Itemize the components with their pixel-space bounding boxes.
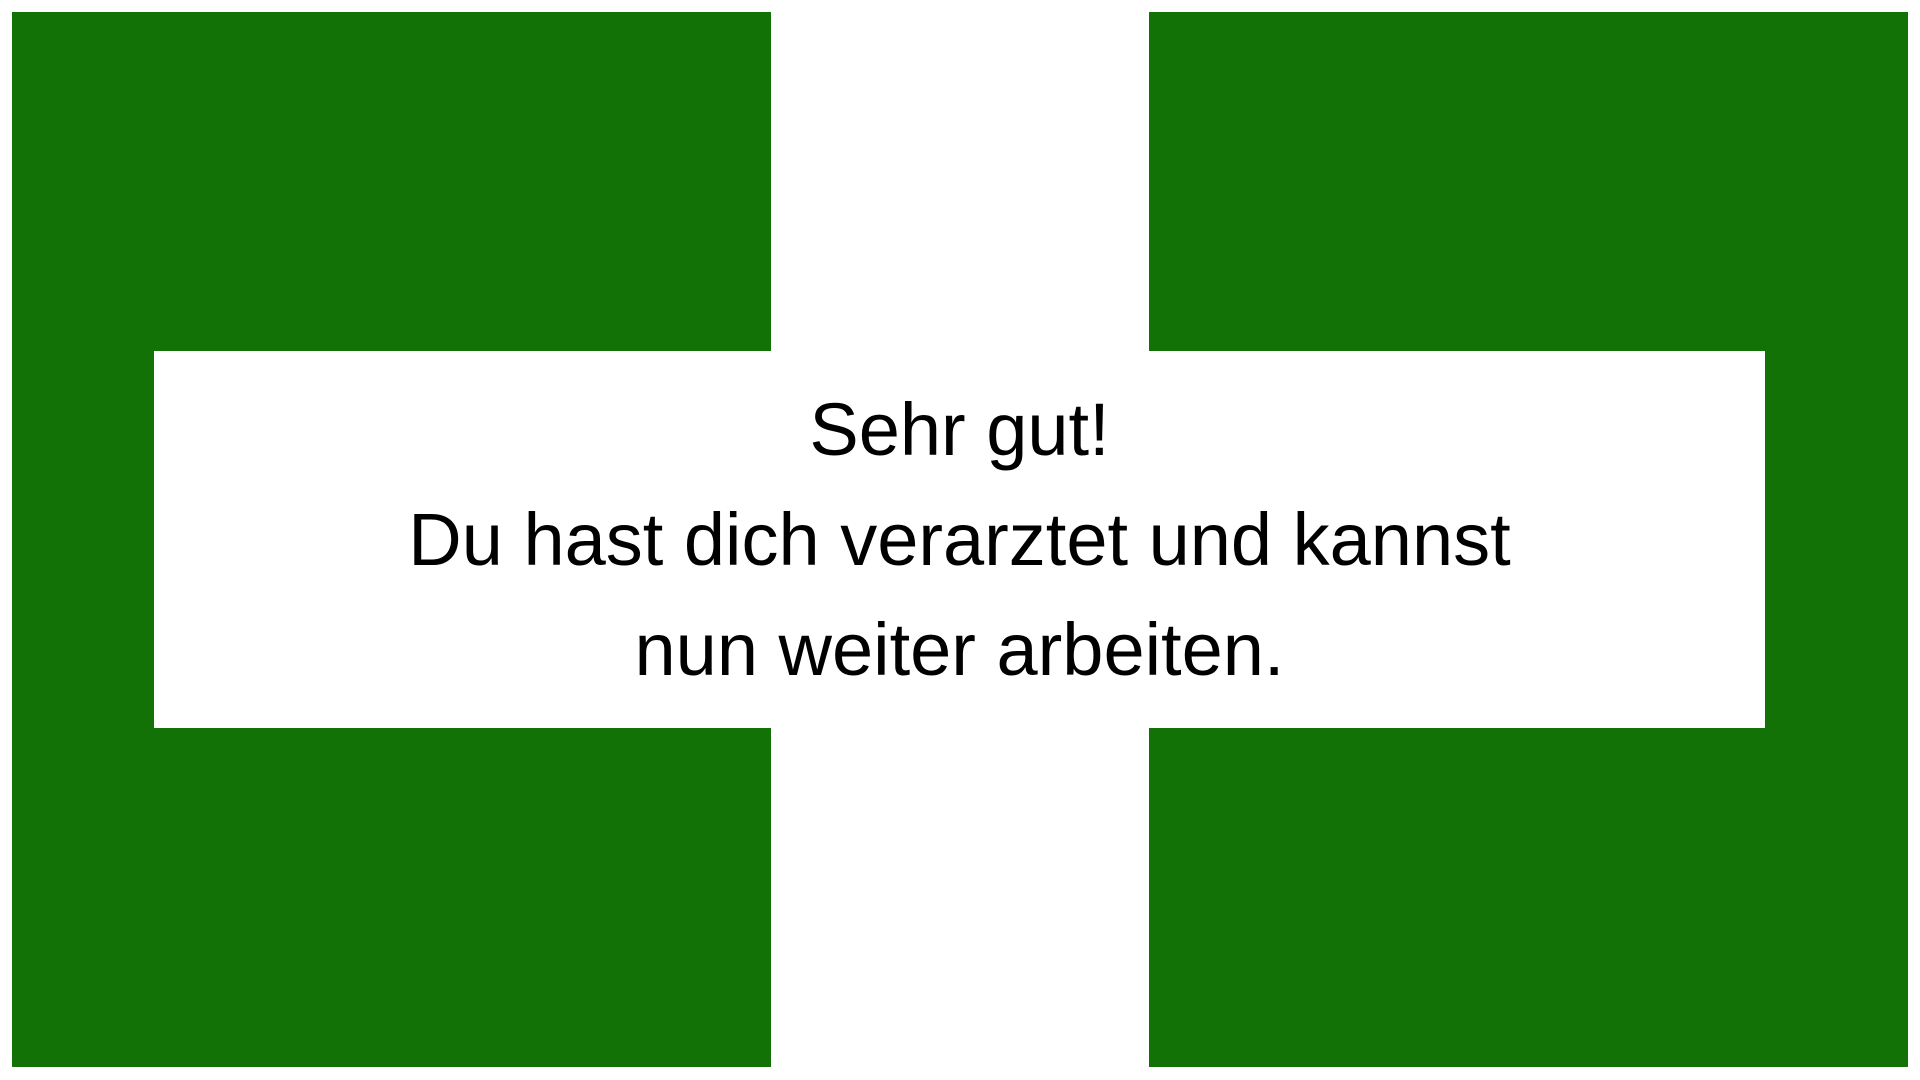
slide: Sehr gut! Du hast dich verarztet und kan… [0, 0, 1920, 1080]
message-line-1: Sehr gut! [809, 387, 1110, 471]
message-line-2: Du hast dich verarztet und kannst [408, 497, 1511, 581]
message-box: Sehr gut! Du hast dich verarztet und kan… [154, 351, 1765, 728]
message-line-3: nun weiter arbeiten. [634, 607, 1285, 691]
